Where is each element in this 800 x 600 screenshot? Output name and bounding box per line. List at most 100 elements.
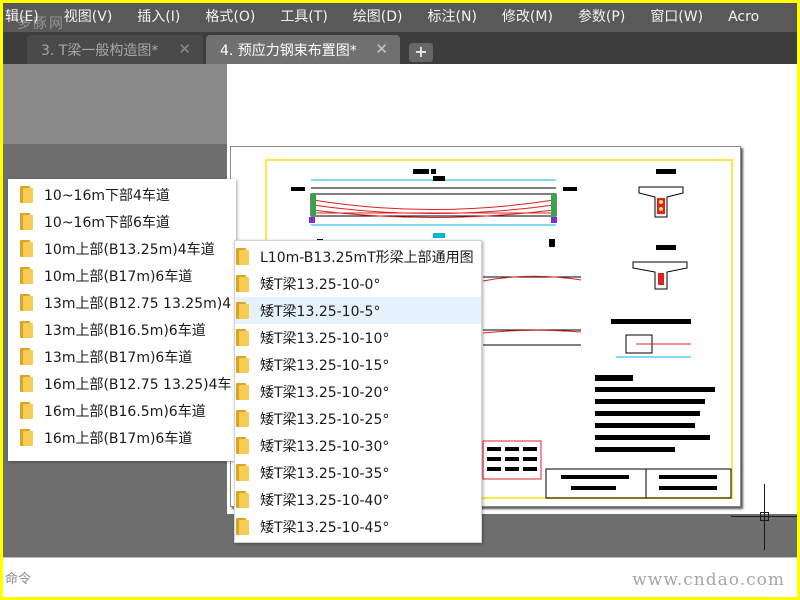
folder-list-item[interactable]: 10~16m下部4车道	[8, 181, 236, 208]
folder-icon	[236, 437, 250, 454]
folder-icon	[20, 348, 34, 365]
folder-list-item[interactable]: 16m上部(B12.75 13.25)4车	[8, 370, 236, 397]
folder-name: 矮T梁13.25-10-0°	[260, 276, 381, 293]
menu-format[interactable]: 格式(O)	[192, 3, 267, 32]
support-mark	[309, 217, 315, 223]
folder-name: 10~16m下部4车道	[44, 187, 170, 204]
notes-block	[595, 447, 675, 452]
menu-view[interactable]: 视图(V)	[51, 3, 125, 32]
tab-label: 4. 预应力钢束布置图*	[220, 42, 357, 59]
title-mark	[431, 169, 436, 174]
folder-list-item[interactable]: 矮T梁13.25-10-30°	[235, 432, 481, 459]
section-title-mark	[656, 169, 676, 174]
folder-list-item[interactable]: 13m上部(B12.75 13.25m)4	[8, 289, 236, 316]
detail-title-mark	[611, 319, 691, 324]
tendon-line	[482, 329, 582, 334]
folder-name: 矮T梁13.25-10-5°	[260, 303, 381, 320]
folder-list-item[interactable]: 矮T梁13.25-10-45°	[235, 513, 481, 540]
folder-list-item[interactable]: 矮T梁13.25-10-20°	[235, 378, 481, 405]
anchor-block	[311, 194, 316, 216]
folder-name: 矮T梁13.25-10-35°	[260, 465, 390, 482]
table-cell	[505, 467, 519, 471]
folder-icon	[20, 186, 34, 203]
table-cell	[523, 467, 537, 471]
anchor-block	[551, 194, 556, 216]
folder-list-item[interactable]: 16m上部(B16.5m)6车道	[8, 397, 236, 424]
menu-insert[interactable]: 插入(I)	[124, 3, 192, 32]
folder-name: 10m上部(B13.25m)4车道	[44, 241, 215, 258]
title-mark	[413, 169, 429, 174]
folder-list-item[interactable]: 13m上部(B17m)6车道	[8, 343, 236, 370]
section-tendon	[659, 207, 663, 211]
folder-name: 13m上部(B16.5m)6车道	[44, 322, 206, 339]
menu-dimension[interactable]: 标注(N)	[415, 3, 489, 32]
title-block-text	[561, 475, 629, 479]
folder-list-item[interactable]: 矮T梁13.25-10-25°	[235, 405, 481, 432]
close-icon[interactable]: ✕	[178, 40, 191, 58]
folder-list-item[interactable]: 13m上部(B16.5m)6车道	[8, 316, 236, 343]
folder-icon	[20, 294, 34, 311]
folder-name: 10m上部(B17m)6车道	[44, 268, 193, 285]
menu-edit[interactable]: 辑(E)	[3, 3, 51, 32]
close-icon[interactable]: ✕	[375, 40, 388, 58]
menu-parametric[interactable]: 参数(P)	[565, 3, 637, 32]
folder-name: 13m上部(B12.75 13.25m)4	[44, 295, 232, 312]
menu-tools[interactable]: 工具(T)	[267, 3, 339, 32]
menu-window[interactable]: 窗口(W)	[637, 3, 715, 32]
folder-list-item[interactable]: 矮T梁13.25-10-5°	[235, 297, 481, 324]
folder-name: 10~16m下部6车道	[44, 214, 170, 231]
folder-list-item[interactable]: 10m上部(B13.25m)4车道	[8, 235, 236, 262]
folder-name: 16m上部(B17m)6车道	[44, 430, 193, 447]
title-block-text	[659, 475, 717, 479]
section-tendon	[659, 200, 663, 204]
support-mark	[551, 217, 557, 223]
menu-draw[interactable]: 绘图(D)	[340, 3, 415, 32]
folder-list-item[interactable]: 矮T梁13.25-10-10°	[235, 324, 481, 351]
new-tab-button[interactable]: +	[409, 43, 433, 62]
tab-label: 3. T梁一般构造图*	[41, 42, 159, 59]
cad-window: 辑(E) 视图(V) 插入(I) 格式(O) 工具(T) 绘图(D) 标注(N)…	[3, 3, 797, 597]
subfolder-list-popup: L10m-B13.25mT形梁上部通用图矮T梁13.25-10-0° 矮T梁13.…	[234, 240, 482, 543]
folder-icon	[20, 267, 34, 284]
folder-icon	[20, 402, 34, 419]
folder-icon	[236, 410, 250, 427]
title-block	[545, 468, 732, 499]
title-block-text	[571, 486, 616, 490]
folder-list-item[interactable]: 矮T梁13.25-10-0°	[235, 270, 481, 297]
folder-icon	[236, 491, 250, 508]
folder-name: 矮T梁13.25-10-40°	[260, 492, 390, 509]
folder-name: 16m上部(B16.5m)6车道	[44, 403, 206, 420]
folder-list-popup: 10~16m下部4车道 10~16m下部6车道 10m上部(B13.25m)4车道 1…	[8, 179, 236, 461]
notes-block	[595, 423, 695, 428]
menu-modify[interactable]: 修改(M)	[489, 3, 565, 32]
notes-block	[595, 375, 633, 381]
folder-icon	[20, 375, 34, 392]
command-prompt: 命令	[5, 572, 32, 587]
notes-block	[595, 387, 715, 392]
folder-list-item[interactable]: 10~16m下部6车道	[8, 208, 236, 235]
section-title-mark	[656, 245, 676, 250]
folder-name: 矮T梁13.25-10-45°	[260, 519, 390, 536]
table-cell	[523, 457, 537, 461]
folder-icon	[236, 329, 250, 346]
folder-list-item[interactable]: 10m上部(B17m)6车道	[8, 262, 236, 289]
menu-acrobat[interactable]: Acro	[715, 3, 771, 32]
folder-list-item[interactable]: L10m-B13.25mT形梁上部通用图	[235, 243, 481, 270]
folder-icon	[20, 321, 34, 338]
tab-prestress-tendon-layout[interactable]: 4. 预应力钢束布置图* ✕	[206, 35, 400, 64]
folder-list-item[interactable]: 矮T梁13.25-10-15°	[235, 351, 481, 378]
tab-t-beam-general[interactable]: 3. T梁一般构造图* ✕	[27, 35, 203, 64]
folder-name: 矮T梁13.25-10-25°	[260, 411, 390, 428]
folder-name: 16m上部(B12.75 13.25)4车	[44, 376, 232, 393]
document-tab-bar: 3. T梁一般构造图* ✕ 4. 预应力钢束布置图* ✕ +	[3, 32, 797, 64]
title-block-text	[659, 486, 717, 490]
table-cell	[523, 447, 537, 451]
folder-list-item[interactable]: 矮T梁13.25-10-40°	[235, 486, 481, 513]
folder-name: 矮T梁13.25-10-10°	[260, 330, 390, 347]
tendon-line	[312, 199, 555, 210]
annotation-mark	[433, 176, 445, 181]
folder-list-item[interactable]: 矮T梁13.25-10-35°	[235, 459, 481, 486]
folder-icon	[236, 302, 250, 319]
folder-list-item[interactable]: 16m上部(B17m)6车道	[8, 424, 236, 451]
command-line[interactable]: 命令 www.cndao.com	[3, 557, 797, 597]
